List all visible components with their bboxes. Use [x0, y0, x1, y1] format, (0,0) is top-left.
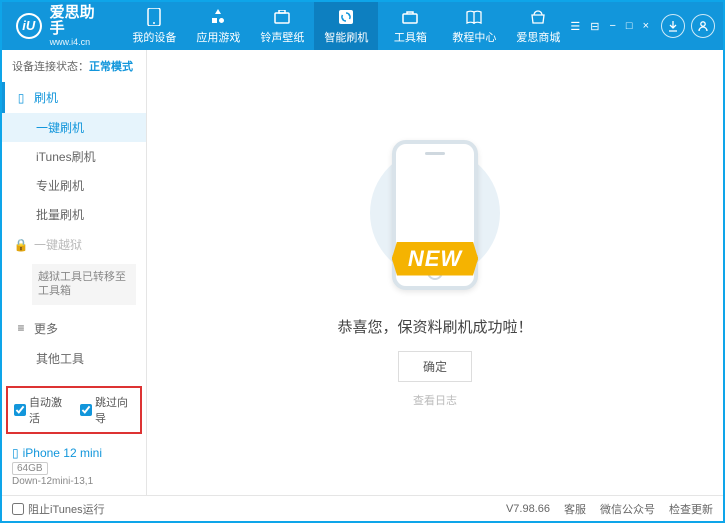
- skip-guide-input[interactable]: [80, 404, 92, 416]
- phone-icon: ▯: [14, 91, 28, 105]
- menu-one-click-flash[interactable]: 一键刷机: [2, 113, 146, 142]
- nav-label: 应用游戏: [196, 29, 240, 45]
- checkbox-group: 自动激活 跳过向导: [6, 386, 142, 434]
- phone-icon: [145, 8, 163, 26]
- view-log-link[interactable]: 查看日志: [413, 392, 457, 408]
- ok-button[interactable]: 确定: [398, 351, 472, 382]
- menu-batch-flash[interactable]: 批量刷机: [2, 200, 146, 229]
- logo-text: 爱思助手 www.i4.cn: [50, 5, 109, 48]
- logo-mark: iU: [16, 13, 42, 39]
- device-storage: 64GB: [12, 462, 48, 475]
- menu-title: 一键越狱: [34, 236, 82, 253]
- nav-toolbox[interactable]: 工具箱: [378, 2, 442, 50]
- auto-activate-input[interactable]: [14, 404, 26, 416]
- menu-itunes-flash[interactable]: iTunes刷机: [2, 142, 146, 171]
- checkbox-label: 阻止iTunes运行: [28, 501, 105, 517]
- menu-more-header[interactable]: ≡ 更多: [2, 313, 146, 344]
- store-icon: [529, 8, 547, 26]
- apps-icon: [209, 8, 227, 26]
- check-update-link[interactable]: 检查更新: [669, 501, 713, 517]
- nav-label: 教程中心: [452, 29, 496, 45]
- version-label: V7.98.66: [506, 503, 550, 515]
- side-menu: ▯ 刷机 一键刷机 iTunes刷机 专业刷机 批量刷机 🔒 一键越狱 越狱工具…: [2, 82, 146, 380]
- nav-label: 我的设备: [132, 29, 176, 45]
- title-right: ☰ ⊟ − □ ×: [570, 14, 723, 38]
- device-name: ▯ iPhone 12 mini: [12, 446, 136, 460]
- menu-flash-header[interactable]: ▯ 刷机: [2, 82, 146, 113]
- status-value: 正常模式: [89, 61, 133, 73]
- customer-service-link[interactable]: 客服: [564, 501, 586, 517]
- device-model: Down-12mini-13,1: [12, 476, 136, 487]
- app-window: iU 爱思助手 www.i4.cn 我的设备 应用游戏 铃声壁纸 智能刷机: [0, 0, 725, 523]
- status-label: 设备连接状态：: [12, 61, 89, 73]
- menu-jailbreak-header[interactable]: 🔒 一键越狱: [2, 229, 146, 260]
- maximize-icon[interactable]: □: [626, 20, 633, 33]
- sidebar: 设备连接状态：正常模式 ▯ 刷机 一键刷机 iTunes刷机 专业刷机 批量刷机…: [2, 50, 147, 495]
- menu-icon[interactable]: ☰: [570, 20, 580, 33]
- briefcase-icon: [273, 8, 291, 26]
- success-message: 恭喜您，保资料刷机成功啦！: [337, 316, 532, 337]
- nav-flash[interactable]: 智能刷机: [314, 2, 378, 50]
- download-button[interactable]: [661, 14, 685, 38]
- auto-activate-checkbox[interactable]: 自动激活: [14, 394, 68, 426]
- menu-other-tools[interactable]: 其他工具: [2, 344, 146, 373]
- window-controls: ☰ ⊟ − □ ×: [570, 20, 655, 33]
- block-itunes-input[interactable]: [12, 503, 24, 515]
- block-itunes-checkbox[interactable]: 阻止iTunes运行: [12, 501, 105, 517]
- footer-right: V7.98.66 客服 微信公众号 检查更新: [506, 501, 713, 517]
- status-bar: 阻止iTunes运行 V7.98.66 客服 微信公众号 检查更新: [2, 495, 723, 521]
- menu-pro-flash[interactable]: 专业刷机: [2, 171, 146, 200]
- main-content: NEW 恭喜您，保资料刷机成功啦！ 确定 查看日志: [147, 50, 723, 495]
- nav-apps[interactable]: 应用游戏: [186, 2, 250, 50]
- connection-status: 设备连接状态：正常模式: [2, 50, 146, 82]
- nav-label: 爱思商城: [516, 29, 560, 45]
- device-info[interactable]: ▯ iPhone 12 mini 64GB Down-12mini-13,1: [2, 440, 146, 495]
- user-button[interactable]: [691, 14, 715, 38]
- minimize-icon[interactable]: −: [609, 20, 615, 33]
- nav-tutorials[interactable]: 教程中心: [442, 2, 506, 50]
- title-bar: iU 爱思助手 www.i4.cn 我的设备 应用游戏 铃声壁纸 智能刷机: [2, 2, 723, 50]
- main-nav: 我的设备 应用游戏 铃声壁纸 智能刷机 工具箱 教程中心: [122, 2, 570, 50]
- logo: iU 爱思助手 www.i4.cn: [2, 5, 122, 48]
- menu-title: 刷机: [34, 89, 58, 106]
- refresh-icon: [337, 8, 355, 26]
- wechat-link[interactable]: 微信公众号: [600, 501, 655, 517]
- nav-label: 工具箱: [394, 29, 427, 45]
- nav-label: 铃声壁纸: [260, 29, 304, 45]
- app-url: www.i4.cn: [50, 38, 109, 48]
- toolbox-icon: [401, 8, 419, 26]
- device-name-text: iPhone 12 mini: [23, 446, 102, 460]
- body: 设备连接状态：正常模式 ▯ 刷机 一键刷机 iTunes刷机 专业刷机 批量刷机…: [2, 50, 723, 495]
- list-icon: ≡: [14, 321, 28, 335]
- checkbox-label: 跳过向导: [95, 394, 134, 426]
- checkbox-label: 自动激活: [29, 394, 68, 426]
- jailbreak-note: 越狱工具已转移至工具箱: [32, 264, 136, 305]
- nav-my-device[interactable]: 我的设备: [122, 2, 186, 50]
- lock-icon: 🔒: [14, 238, 28, 252]
- book-icon: [465, 8, 483, 26]
- nav-ringtones[interactable]: 铃声壁纸: [250, 2, 314, 50]
- phone-icon: ▯: [12, 446, 19, 460]
- nav-label: 智能刷机: [324, 29, 368, 45]
- menu-title: 更多: [34, 320, 58, 337]
- success-illustration: NEW: [360, 138, 510, 298]
- new-ribbon: NEW: [392, 242, 478, 276]
- skip-guide-checkbox[interactable]: 跳过向导: [80, 394, 134, 426]
- app-title: 爱思助手: [50, 5, 109, 38]
- menu-download-firmware[interactable]: 下载固件: [2, 373, 146, 380]
- close-icon[interactable]: ×: [643, 20, 649, 33]
- nav-store[interactable]: 爱思商城: [506, 2, 570, 50]
- pin-icon[interactable]: ⊟: [590, 20, 599, 33]
